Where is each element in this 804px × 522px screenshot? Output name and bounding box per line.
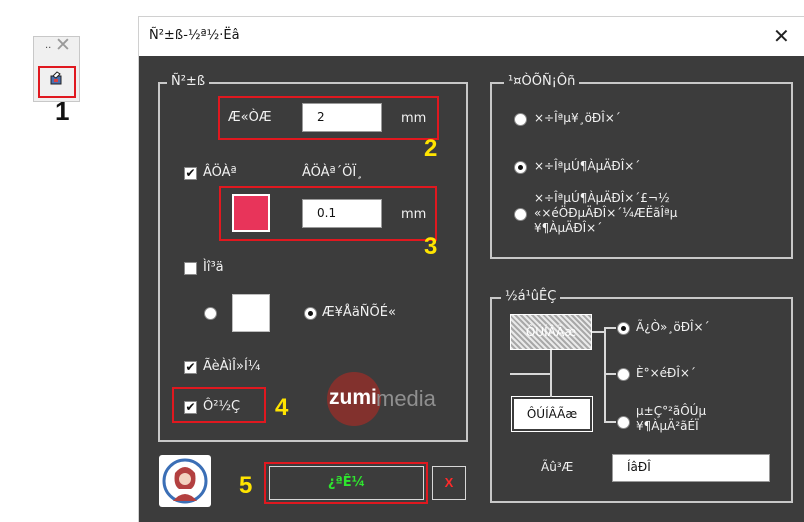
bracket-tick-1 bbox=[604, 327, 616, 329]
fill-checkbox-label: Ìî³ä bbox=[203, 260, 224, 275]
author-avatar bbox=[159, 455, 211, 507]
name-label: Ãû³Æ bbox=[541, 460, 574, 474]
rounded-corner-label: Ô²½Ç bbox=[203, 399, 241, 414]
fill-color-swatch[interactable] bbox=[232, 294, 270, 332]
apply-option-2-radio[interactable] bbox=[514, 161, 527, 174]
name-input[interactable]: ÍâÐÎ bbox=[612, 454, 770, 482]
fill-custom-radio[interactable] bbox=[204, 307, 217, 320]
callout-number-3: 3 bbox=[424, 233, 438, 260]
bracket-tick-3 bbox=[604, 421, 616, 423]
dialog-title: Ñ²±ß-½ª½·Ëâ bbox=[149, 28, 240, 43]
apply-option-2-label: ×÷ÎªµÚ¶ÀµÄÐÎ×´ bbox=[534, 159, 641, 173]
rounded-corner-checkbox[interactable]: ✔ bbox=[184, 401, 197, 414]
apply-option-3-radio[interactable] bbox=[514, 208, 527, 221]
apply-option-3-line-3: ¥¶ÀµÄÐÎ×´ bbox=[534, 221, 603, 235]
dialog-close-icon[interactable]: ✕ bbox=[773, 24, 790, 48]
callout-number-1: 1 bbox=[55, 96, 70, 126]
cancel-button[interactable]: X bbox=[432, 466, 466, 500]
outline-width-input[interactable]: 0.1 bbox=[302, 199, 382, 228]
watermark-text: media bbox=[376, 386, 436, 411]
top-layer-box[interactable]: ÔÚÍÂÃæ bbox=[510, 314, 592, 350]
outline-width-unit: mm bbox=[401, 207, 427, 222]
shape-checkbox-label: ÃèÀìÎ»Í¼ bbox=[203, 359, 261, 374]
apply-group-legend: ¹¤ÒÕÑ¡Ôñ bbox=[504, 74, 580, 89]
apply-option-1-radio[interactable] bbox=[514, 113, 527, 126]
tree-connector-horizontal bbox=[510, 373, 552, 375]
launch-tool-icon[interactable] bbox=[48, 70, 64, 86]
thickness-unit: mm bbox=[401, 111, 427, 126]
position-option-2-radio[interactable] bbox=[617, 368, 630, 381]
shape-checkbox[interactable]: ✔ bbox=[184, 361, 197, 374]
callout-number-5: 5 bbox=[239, 472, 253, 499]
mini-window-grip: .. bbox=[45, 40, 52, 51]
outline-checkbox[interactable]: ✔ bbox=[184, 167, 197, 180]
outline-checkbox-label: ÂÖÀª bbox=[203, 165, 237, 180]
position-group-legend: ½á¹ûÊÇ bbox=[501, 289, 561, 304]
position-option-1-label: Ã¿Ò»¸öÐÎ×´ bbox=[636, 320, 710, 334]
position-option-1-radio[interactable] bbox=[617, 322, 630, 335]
fill-checkbox[interactable] bbox=[184, 262, 197, 275]
apply-option-3-line-1: ×÷ÎªµÚ¶ÀµÄÐÎ×´£¬½ bbox=[534, 191, 670, 205]
start-button[interactable]: ¿ªÊ¼ bbox=[269, 466, 424, 500]
position-option-3-line-2: ¥¶ÀµÄ²ãÉÏ bbox=[636, 419, 699, 433]
avatar-portrait-icon bbox=[162, 458, 208, 504]
callout-number-4: 4 bbox=[275, 394, 289, 421]
position-option-3-line-1: µ±Ç°²ãÔÚµ bbox=[636, 404, 707, 418]
bottom-layer-box[interactable]: ÔÚÍÂÃæ bbox=[511, 396, 593, 432]
watermark-logo-mark: zumi bbox=[329, 386, 377, 409]
fill-match-radio-label: Æ¥ÅäÑÕÉ« bbox=[322, 305, 396, 320]
thickness-label: Æ«ÒÆ bbox=[228, 110, 272, 125]
mini-window-close-icon[interactable]: ✕ bbox=[55, 34, 71, 56]
outline-width-label: ÂÖÀª´ÖÏ¸ bbox=[302, 165, 363, 180]
fill-match-radio[interactable] bbox=[304, 307, 317, 320]
position-option-2-label: È°×éÐÎ×´ bbox=[636, 366, 696, 380]
apply-option-1-label: ×÷Îªµ¥¸öÐÎ×´ bbox=[534, 111, 621, 125]
bracket-tick-2 bbox=[604, 373, 616, 375]
callout-number-2: 2 bbox=[424, 135, 438, 162]
thickness-input[interactable]: 2 bbox=[302, 103, 382, 132]
outline-color-fill bbox=[234, 196, 268, 230]
outline-color-swatch[interactable] bbox=[232, 194, 270, 232]
apply-option-3-line-2: «×éÖÐµÄÐÎ×´¼ÆËãÎªµ bbox=[534, 206, 678, 220]
position-option-3-radio[interactable] bbox=[617, 416, 630, 429]
border-group-legend: Ñ²±ß bbox=[167, 74, 210, 89]
bracket-vertical bbox=[604, 327, 606, 423]
